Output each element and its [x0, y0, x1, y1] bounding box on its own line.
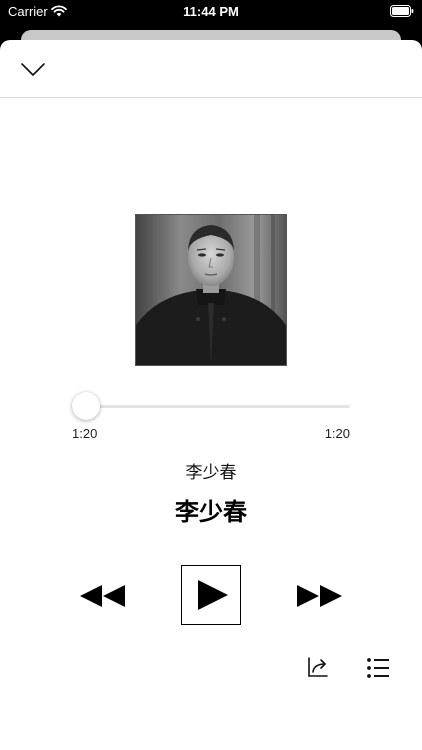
chevron-down-icon — [21, 63, 45, 76]
rewind-icon — [80, 585, 125, 607]
elapsed-time: 1:20 — [72, 426, 98, 441]
fast-forward-icon — [297, 585, 342, 607]
share-icon — [308, 657, 328, 677]
dismiss-button[interactable] — [16, 54, 50, 84]
progress-slider[interactable] — [71, 392, 350, 420]
album-artwork — [135, 214, 287, 366]
total-time: 1:20 — [324, 426, 350, 441]
now-playing-sheet: 1:20 1:20 李少春 李少春 — [0, 40, 422, 750]
playlist-icon — [367, 658, 389, 678]
progress-thumb[interactable] — [71, 392, 100, 420]
play-button[interactable] — [181, 565, 241, 625]
status-time: 11:44 PM — [183, 4, 239, 19]
playlist-button[interactable] — [366, 657, 390, 679]
play-icon — [198, 580, 228, 610]
rewind-button[interactable] — [78, 584, 126, 608]
fast-forward-button[interactable] — [296, 584, 344, 608]
status-bar: Carrier 11:44 PM — [0, 0, 422, 24]
share-button[interactable] — [306, 655, 330, 679]
song-title: 李少春 — [175, 499, 247, 526]
artist-name: 李少春 — [185, 463, 237, 482]
battery-icon — [390, 5, 414, 17]
header-divider — [0, 97, 422, 98]
